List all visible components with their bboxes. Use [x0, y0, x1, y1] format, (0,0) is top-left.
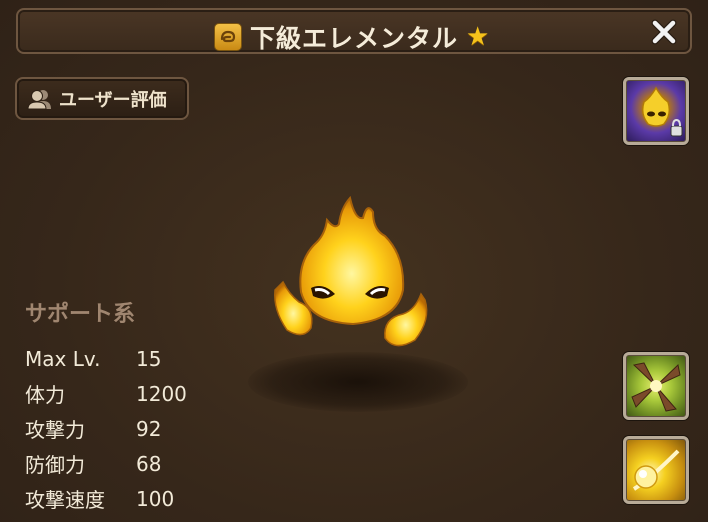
leaf-burst-skill-icon	[631, 362, 681, 412]
title-bar: 下級エレメンタル ★	[16, 8, 692, 54]
awakened-form-locked-icon	[641, 86, 683, 137]
light-orb-skill-icon	[632, 449, 680, 491]
title-group: 下級エレメンタル ★	[214, 19, 489, 55]
skill-1-button[interactable]	[623, 352, 689, 420]
page-title: 下級エレメンタル	[250, 24, 459, 53]
stat-value: 100	[136, 486, 175, 511]
users-icon	[27, 89, 51, 109]
stat-value: 68	[136, 451, 162, 476]
stat-label: Max Lv.	[25, 346, 101, 371]
user-rating-button[interactable]: ユーザー評価	[15, 77, 189, 120]
stat-label: 攻撃速度	[25, 488, 105, 512]
stat-row-hp: 体力 1200	[25, 376, 187, 411]
stat-value: 15	[136, 346, 162, 371]
stat-row-attack-speed: 攻撃速度 100	[25, 481, 187, 516]
user-rating-label: ユーザー評価	[59, 89, 167, 111]
stat-value: 1200	[136, 381, 187, 406]
stat-label: 攻撃力	[25, 418, 85, 442]
stat-row-attack: 攻撃力 92	[25, 411, 187, 446]
close-icon	[651, 19, 677, 45]
stats-panel: サポート系 Max Lv. 15 体力 1200 攻撃力 92 防御力 68 攻…	[25, 296, 187, 516]
skill-2-button[interactable]	[623, 436, 689, 504]
close-button[interactable]	[646, 14, 682, 50]
monster-badge-icon	[214, 23, 242, 51]
fire-elemental-image	[274, 195, 428, 347]
awakened-form-button[interactable]	[623, 77, 689, 145]
star-icon: ★	[466, 22, 490, 52]
stat-row-defense: 防御力 68	[25, 446, 187, 481]
stat-label: 体力	[25, 383, 65, 407]
stat-label: 防御力	[25, 453, 85, 477]
stat-value: 92	[136, 416, 162, 441]
stat-row-max-level: Max Lv. 15	[25, 341, 187, 376]
monster-type-label: サポート系	[25, 302, 136, 327]
